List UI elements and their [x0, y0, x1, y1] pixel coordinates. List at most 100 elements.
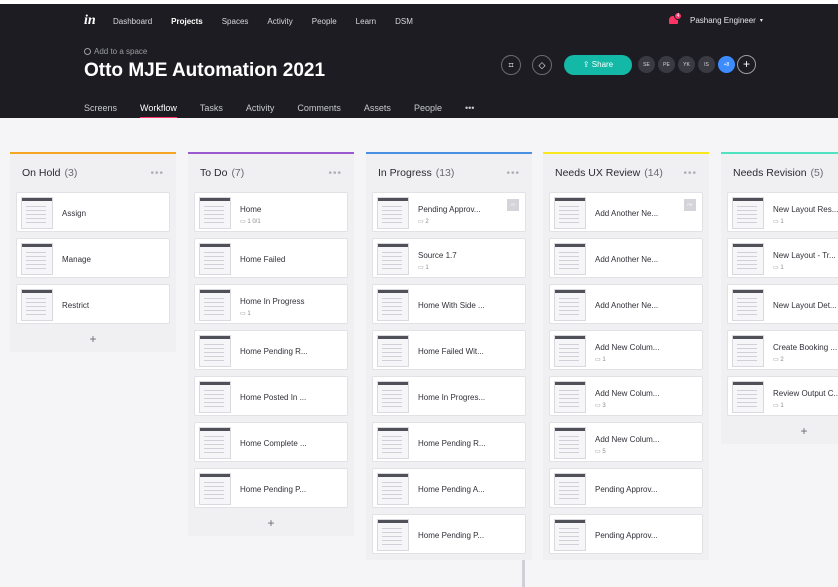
screen-card[interactable]: Home Pending R... [194, 330, 348, 370]
more-avatars-badge[interactable]: +8 [717, 55, 736, 74]
nav-dashboard[interactable]: Dashboard [113, 17, 152, 26]
column-title-text: In Progress [378, 167, 432, 179]
workflow-column: Needs Revision(5)••• New Layout Res... ▭ 1… [721, 152, 838, 444]
avatar[interactable]: IS [697, 55, 716, 74]
nav-spaces[interactable]: Spaces [222, 17, 249, 26]
screen-card[interactable]: Home Complete ... [194, 422, 348, 462]
screen-card[interactable]: Home In Progres... [372, 376, 526, 416]
comment-count: ▭ 2 [418, 219, 429, 225]
add-to-space-link[interactable]: Add to a space [84, 47, 147, 56]
screen-thumbnail [199, 473, 231, 505]
inspect-icon[interactable]: ⌗ [501, 55, 521, 75]
nav-dsm[interactable]: DSM [395, 17, 413, 26]
screen-card[interactable]: New Layout Res... ▭ 1 [727, 192, 838, 232]
user-menu[interactable]: 4 Pashang Engineer ▾ [668, 12, 763, 26]
avatar[interactable]: SE [637, 55, 656, 74]
screen-card[interactable]: Home Pending A... [372, 468, 526, 508]
add-screen-button[interactable]: + [188, 514, 354, 536]
tag-icon[interactable]: ◇ [532, 55, 552, 75]
screen-card[interactable]: Manage [16, 238, 170, 278]
tab-screens[interactable]: Screens [84, 103, 117, 113]
user-name[interactable]: Pashang Engineer [690, 16, 756, 25]
screen-card[interactable]: Home Pending P... [194, 468, 348, 508]
more-options-icon[interactable]: ••• [683, 168, 697, 179]
column-header: In Progress (13) ••• [366, 154, 532, 192]
card-title: Pending Approv... [595, 485, 658, 494]
column-count: (3) [64, 167, 78, 179]
screen-card[interactable]: Home Failed Wit... [372, 330, 526, 370]
column-title: Needs Revision (5) [733, 167, 823, 179]
screen-card[interactable]: New Layout - Tr... ▭ 1 [727, 238, 838, 278]
avatar[interactable]: PE [657, 55, 676, 74]
screen-thumbnail [732, 381, 764, 413]
add-collaborator-icon[interactable]: + [737, 55, 756, 74]
screen-thumbnail [377, 519, 409, 551]
workflow-column: On Hold (3) ••• Assign Manage Restrict + [10, 152, 176, 352]
share-button[interactable]: ⇪ Share [564, 55, 632, 75]
more-options-icon[interactable]: ••• [506, 168, 520, 179]
screen-card[interactable]: Restrict [16, 284, 170, 324]
column-count: (5) [810, 167, 824, 179]
screen-card[interactable]: Add New Colum... ▭ 1 [549, 330, 703, 370]
avatar[interactable]: YK [677, 55, 696, 74]
screen-card[interactable]: Home In Progress ▭ 1 [194, 284, 348, 324]
screen-card[interactable]: Assign [16, 192, 170, 232]
screen-card[interactable]: Source 1.7 ▭ 1 [372, 238, 526, 278]
nav-learn[interactable]: Learn [356, 17, 376, 26]
column-count: (13) [435, 167, 455, 179]
tab-tasks[interactable]: Tasks [200, 103, 223, 113]
nav-projects[interactable]: Projects [171, 17, 203, 26]
screen-card[interactable]: Add Another Ne... [549, 238, 703, 278]
screen-card[interactable]: Pending Approv... [549, 468, 703, 508]
more-tabs-icon[interactable]: ••• [465, 103, 474, 113]
card-title: Add New Colum... [595, 389, 660, 398]
screen-card[interactable]: Add New Colum... ▭ 5 [549, 422, 703, 462]
nav-people[interactable]: People [312, 17, 337, 26]
notifications-icon[interactable]: 4 [668, 12, 682, 26]
tab-assets[interactable]: Assets [364, 103, 391, 113]
assignee-badge[interactable]: IS [507, 199, 519, 211]
add-screen-button[interactable]: + [10, 330, 176, 352]
screen-card[interactable]: Home With Side ... [372, 284, 526, 324]
tab-people[interactable]: People [414, 103, 442, 113]
screen-thumbnail [554, 197, 586, 229]
card-title: Home Pending A... [418, 485, 485, 494]
card-title: Home Complete ... [240, 439, 307, 448]
invision-logo[interactable]: in [84, 13, 96, 29]
workflow-column: Needs UX Review (14) ••• Add Another Ne... P… [543, 152, 709, 560]
screen-card[interactable]: Pending Approv... ▭ 2 IS [372, 192, 526, 232]
project-title: Otto MJE Automation 2021 [84, 60, 326, 81]
card-title: Home Failed [240, 255, 286, 264]
screen-card[interactable]: Home Pending P... [372, 514, 526, 554]
comment-count: ▭ 1 0/1 [240, 219, 261, 225]
add-screen-button[interactable]: + [721, 422, 838, 444]
tab-activity[interactable]: Activity [246, 103, 275, 113]
card-title: Home Pending P... [240, 485, 307, 494]
chevron-down-icon[interactable]: ▾ [760, 17, 763, 24]
screen-card[interactable]: Review Output C... ▭ 1 [727, 376, 838, 416]
tab-workflow[interactable]: Workflow [140, 103, 177, 119]
screen-card[interactable]: Add Another Ne... PE [549, 192, 703, 232]
screen-card[interactable]: Create Booking ... ▭ 2 [727, 330, 838, 370]
screen-card[interactable]: New Layout Det... [727, 284, 838, 324]
screen-thumbnail [554, 473, 586, 505]
more-options-icon[interactable]: ••• [328, 168, 342, 179]
screen-card[interactable]: Home Posted In ... [194, 376, 348, 416]
tab-comments[interactable]: Comments [297, 103, 341, 113]
column-title-text: To Do [200, 167, 228, 179]
screen-thumbnail [199, 427, 231, 459]
card-title: Create Booking ... [773, 343, 838, 352]
comment-count: ▭ 1 [773, 265, 784, 271]
screen-card[interactable]: Add Another Ne... [549, 284, 703, 324]
column-title: On Hold (3) [22, 167, 77, 179]
nav-activity[interactable]: Activity [267, 17, 292, 26]
screen-card[interactable]: Pending Approv... [549, 514, 703, 554]
screen-card[interactable]: Home Failed [194, 238, 348, 278]
column-title: To Do (7) [200, 167, 244, 179]
screen-card[interactable]: Home ▭ 1 0/1 [194, 192, 348, 232]
screen-card[interactable]: Add New Colum... ▭ 3 [549, 376, 703, 416]
share-label: Share [591, 60, 614, 69]
screen-card[interactable]: Home Pending R... [372, 422, 526, 462]
more-options-icon[interactable]: ••• [150, 168, 164, 179]
assignee-badge[interactable]: PE [684, 199, 696, 211]
